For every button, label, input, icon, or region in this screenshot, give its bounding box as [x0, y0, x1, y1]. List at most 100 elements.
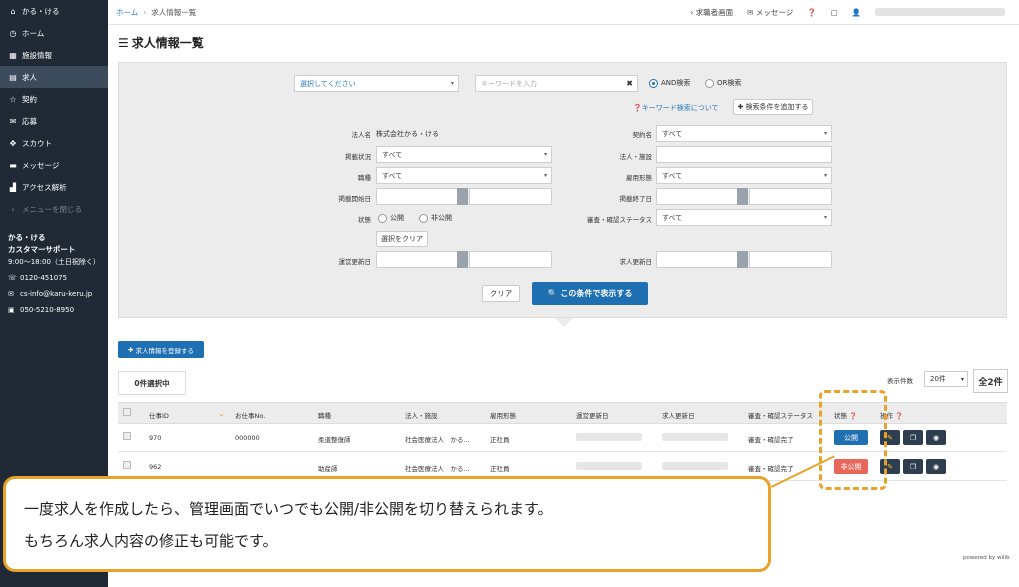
- col-job-type[interactable]: 職種: [318, 410, 331, 420]
- contract-name-select[interactable]: すべて ▾: [656, 125, 832, 142]
- select-all-checkbox[interactable]: [123, 408, 131, 416]
- sidebar-close-menu[interactable]: ‹ メニューを閉じる: [0, 198, 108, 220]
- calendar-icon[interactable]: [457, 251, 468, 268]
- support-title: カスタマーサポート: [8, 245, 76, 254]
- breadcrumb-home[interactable]: ホーム: [116, 8, 138, 17]
- chevron-left-icon: ‹: [11, 204, 15, 214]
- post-status-select[interactable]: すべて ▾: [376, 146, 552, 163]
- job-type-value: すべて: [382, 171, 403, 180]
- view-icon[interactable]: ◉: [926, 459, 946, 474]
- per-page-select[interactable]: 20件 ▾: [924, 371, 968, 387]
- sidebar-item-analytics[interactable]: ▟ アクセス解析: [0, 176, 108, 198]
- chevron-down-icon: ▾: [823, 172, 827, 179]
- submit-search-button[interactable]: 🔍 この条件で表示する: [532, 282, 648, 305]
- sidebar-item-facility[interactable]: ▦ 施設情報: [0, 44, 108, 66]
- post-end-to[interactable]: [749, 188, 832, 205]
- copy-icon[interactable]: ❐: [903, 430, 923, 445]
- job-updated-to[interactable]: [749, 251, 832, 268]
- label-job-updated: 求人更新日: [619, 258, 653, 266]
- contract-name-value: すべて: [662, 129, 683, 138]
- label-post-status: 掲載状況: [345, 153, 371, 161]
- register-job-button[interactable]: ✚ 求人情報を登録する: [118, 341, 204, 358]
- chevron-down-icon: ▾: [823, 214, 827, 221]
- updated-from[interactable]: [376, 251, 468, 268]
- review-status-select[interactable]: すべて ▾: [656, 209, 832, 226]
- messages-link[interactable]: ✉ メッセージ: [747, 7, 793, 18]
- post-start-to[interactable]: [469, 188, 552, 205]
- sidebar-item-label: スカウト: [22, 138, 52, 148]
- sort-chevron-icon[interactable]: ⌄: [218, 409, 225, 418]
- close-icon[interactable]: ✖: [626, 79, 633, 88]
- updated-to[interactable]: [469, 251, 552, 268]
- calendar-icon[interactable]: [737, 188, 748, 205]
- user-name-blurred[interactable]: [875, 8, 1005, 16]
- private-label: 非公開: [431, 214, 452, 222]
- corp-name-value: 株式会社かる・ける: [376, 130, 439, 138]
- chevron-right-icon: ›: [690, 7, 694, 17]
- mail-icon: ✉: [9, 116, 17, 126]
- help-icon[interactable]: ❓: [807, 8, 816, 17]
- post-end-from[interactable]: [656, 188, 748, 205]
- col-corp-facility[interactable]: 法人・施設: [405, 410, 438, 420]
- col-review-status[interactable]: 審査・確認ステータス: [748, 410, 813, 420]
- col-updated[interactable]: 運営更新日: [576, 410, 609, 420]
- col-employment[interactable]: 雇用形態: [490, 410, 516, 420]
- topbar: ホーム › 求人情報一覧 › 求職者画面 ✉ メッセージ ❓ ▢ 👤: [108, 0, 1019, 25]
- post-start-from[interactable]: [376, 188, 468, 205]
- sidebar-item-home[interactable]: ◷ ホーム: [0, 22, 108, 44]
- and-search-radio[interactable]: AND検索: [649, 78, 690, 88]
- calendar-icon[interactable]: [737, 251, 748, 268]
- cell-employment: 正社員: [490, 465, 510, 473]
- page-title: ☰ 求人情報一覧: [118, 34, 204, 51]
- col-job-no[interactable]: お仕事No.: [235, 410, 265, 420]
- selected-count[interactable]: 0件選択中: [118, 371, 186, 395]
- copy-icon[interactable]: ❐: [903, 459, 923, 474]
- sidebar-item-applications[interactable]: ✉ 応募: [0, 110, 108, 132]
- cell-job-id: 962: [149, 463, 162, 471]
- job-type-select[interactable]: すべて ▾: [376, 167, 552, 184]
- seeker-view-label: 求職者画面: [695, 7, 734, 17]
- help-icon[interactable]: ❓: [895, 412, 903, 420]
- chevron-down-icon: ▾: [543, 151, 547, 158]
- bookmark-icon[interactable]: ▢: [831, 8, 838, 17]
- or-search-radio[interactable]: OR検索: [705, 78, 741, 88]
- keyword-input[interactable]: キーワードを入力 ✖: [475, 75, 638, 92]
- post-status-value: すべて: [382, 150, 403, 159]
- support-phone: 0120-451075: [20, 274, 68, 282]
- sidebar-item-contract[interactable]: ☆ 契約: [0, 88, 108, 110]
- breadcrumb-separator: ›: [143, 7, 147, 17]
- radio-selected-icon: [649, 78, 658, 88]
- sidebar-item-messages[interactable]: ▬ メッセージ: [0, 154, 108, 176]
- employment-select[interactable]: すべて ▾: [656, 167, 832, 184]
- chevron-down-icon: ▾: [450, 80, 454, 87]
- seeker-view-link[interactable]: › 求職者画面: [690, 7, 733, 18]
- cell-job-updated-blurred: [662, 433, 728, 441]
- phone-icon: ☏: [8, 274, 17, 282]
- job-updated-from[interactable]: [656, 251, 748, 268]
- condition-select[interactable]: 選択してください ▾: [294, 75, 459, 92]
- sidebar-item-label: メッセージ: [22, 160, 60, 170]
- support-hours: 9:00～18:00（土日祝除く）: [8, 258, 100, 266]
- move-icon: ✥: [9, 138, 17, 148]
- sidebar-item-scout[interactable]: ✥ スカウト: [0, 132, 108, 154]
- clear-button[interactable]: クリア: [482, 285, 520, 302]
- view-icon[interactable]: ◉: [926, 430, 946, 445]
- calendar-icon[interactable]: [457, 188, 468, 205]
- add-condition-button[interactable]: ✚ 検索条件を追加する: [733, 99, 813, 115]
- corp-facility-input[interactable]: [656, 146, 832, 163]
- private-radio[interactable]: 非公開: [419, 213, 452, 223]
- clear-selection-button[interactable]: 選択をクリア: [376, 231, 428, 247]
- keyword-help-label: キーワード検索について: [641, 104, 719, 112]
- col-job-id[interactable]: 仕事ID: [149, 410, 169, 420]
- row-checkbox[interactable]: [123, 461, 131, 469]
- sidebar-brand[interactable]: ⌂ かる・ける: [0, 0, 108, 22]
- row-checkbox[interactable]: [123, 432, 131, 440]
- add-condition-label: 検索条件を追加する: [745, 103, 809, 111]
- cell-job-type: 柔道整復師: [318, 436, 351, 444]
- keyword-help-link[interactable]: ❓キーワード検索について: [633, 103, 719, 113]
- per-page-label: 表示件数: [887, 377, 913, 385]
- col-job-updated[interactable]: 求人更新日: [662, 410, 695, 420]
- user-icon[interactable]: 👤: [852, 8, 861, 17]
- public-radio[interactable]: 公開: [378, 213, 404, 223]
- sidebar-item-jobs[interactable]: ▤ 求人: [0, 66, 108, 88]
